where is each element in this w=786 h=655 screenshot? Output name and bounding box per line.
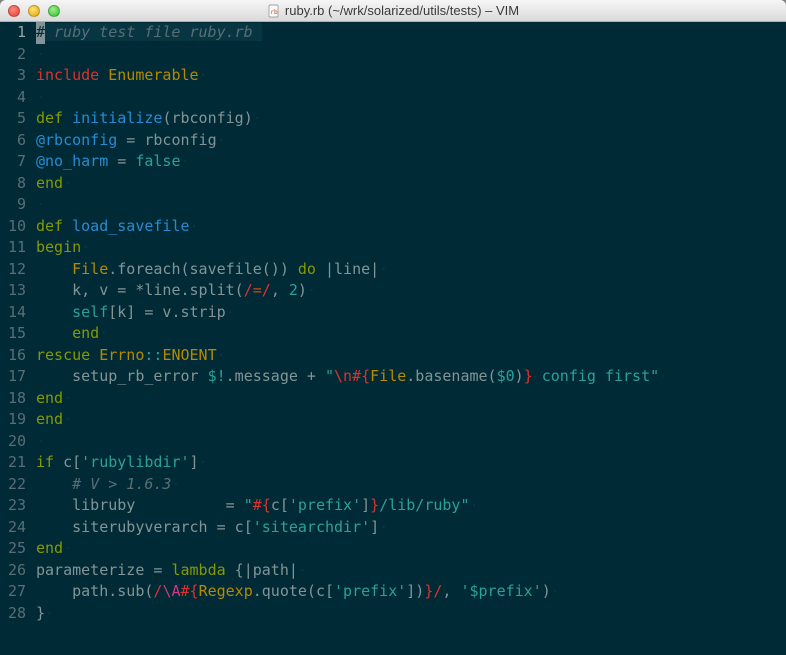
code-line[interactable]: end·	[36, 388, 786, 410]
line-number: 1	[0, 22, 26, 44]
window-title: ruby.rb (~/wrk/solarized/utils/tests) – …	[285, 3, 519, 18]
code-line[interactable]: ·	[36, 431, 786, 453]
line-number: 24	[0, 517, 26, 539]
status-line: ~/wrk/solarized/utils/tests/ruby.rb[49][…	[0, 634, 786, 655]
code-line[interactable]: }·	[36, 603, 786, 625]
code-line[interactable]: end·	[36, 323, 786, 345]
close-button[interactable]	[8, 5, 20, 17]
line-number: 19	[0, 409, 26, 431]
svg-text:rb: rb	[270, 9, 278, 16]
line-number: 22	[0, 474, 26, 496]
line-number: 26	[0, 560, 26, 582]
line-number: 28	[0, 603, 26, 625]
line-number: 13	[0, 280, 26, 302]
code-line[interactable]: path.sub(/\A#{Regexp.quote(c['prefix'])}…	[36, 581, 786, 603]
line-number: 27	[0, 581, 26, 603]
code-line[interactable]: @no_harm = false·	[36, 151, 786, 173]
line-number: 21	[0, 452, 26, 474]
code-line[interactable]: ·	[36, 87, 786, 109]
file-icon: rb	[267, 4, 281, 18]
line-number: 7	[0, 151, 26, 173]
code-line[interactable]: end·	[36, 409, 786, 431]
line-number: 15	[0, 323, 26, 345]
code-line[interactable]: begin·	[36, 237, 786, 259]
code-line[interactable]: libruby = "#{c['prefix']}/lib/ruby"·	[36, 495, 786, 517]
minimize-button[interactable]	[28, 5, 40, 17]
code-area[interactable]: # ruby test file ruby.rb¬·include Enumer…	[36, 22, 786, 634]
code-line[interactable]: File.foreach(savefile()) do |line|·	[36, 259, 786, 281]
editor[interactable]: 1234567891011121314151617181920212223242…	[0, 22, 786, 655]
line-number: 20	[0, 431, 26, 453]
traffic-lights	[8, 5, 60, 17]
line-number: 17	[0, 366, 26, 388]
code-line[interactable]: ·	[36, 44, 786, 66]
line-number: 9	[0, 194, 26, 216]
code-line[interactable]: parameterize = lambda {|path|·	[36, 560, 786, 582]
zoom-button[interactable]	[48, 5, 60, 17]
code-line[interactable]: # ruby test file ruby.rb¬	[36, 22, 786, 44]
code-line[interactable]: include Enumerable·	[36, 65, 786, 87]
window: rb ruby.rb (~/wrk/solarized/utils/tests)…	[0, 0, 786, 655]
line-number: 23	[0, 495, 26, 517]
code-line[interactable]: ·	[36, 194, 786, 216]
line-number: 25	[0, 538, 26, 560]
code-line[interactable]: siterubyverarch = c['sitearchdir']·	[36, 517, 786, 539]
line-number: 14	[0, 302, 26, 324]
line-number: 18	[0, 388, 26, 410]
code-line[interactable]: k, v = *line.split(/=/, 2)·	[36, 280, 786, 302]
line-number: 16	[0, 345, 26, 367]
code-line[interactable]: if c['rubylibdir']·	[36, 452, 786, 474]
line-number: 11	[0, 237, 26, 259]
cursor: #	[36, 22, 45, 44]
code-line[interactable]: rescue Errno::ENOENT·	[36, 345, 786, 367]
code-line[interactable]: setup_rb_error $!.message + "\n#{File.ba…	[36, 366, 786, 388]
code-line[interactable]: self[k] = v.strip·	[36, 302, 786, 324]
code-line[interactable]: def initialize(rbconfig)·	[36, 108, 786, 130]
code-line[interactable]: end·	[36, 538, 786, 560]
code-line[interactable]: end·	[36, 173, 786, 195]
line-number-gutter: 1234567891011121314151617181920212223242…	[0, 22, 32, 634]
line-number: 4	[0, 87, 26, 109]
window-title-wrap: rb ruby.rb (~/wrk/solarized/utils/tests)…	[0, 3, 786, 18]
line-number: 5	[0, 108, 26, 130]
code-line[interactable]: def load_savefile·	[36, 216, 786, 238]
line-number: 6	[0, 130, 26, 152]
line-number: 2	[0, 44, 26, 66]
titlebar: rb ruby.rb (~/wrk/solarized/utils/tests)…	[0, 0, 786, 22]
line-number: 3	[0, 65, 26, 87]
code-line[interactable]: # V > 1.6.3·	[36, 474, 786, 496]
line-number: 10	[0, 216, 26, 238]
line-number: 8	[0, 173, 26, 195]
line-number: 12	[0, 259, 26, 281]
code-line[interactable]: @rbconfig = rbconfig·	[36, 130, 786, 152]
